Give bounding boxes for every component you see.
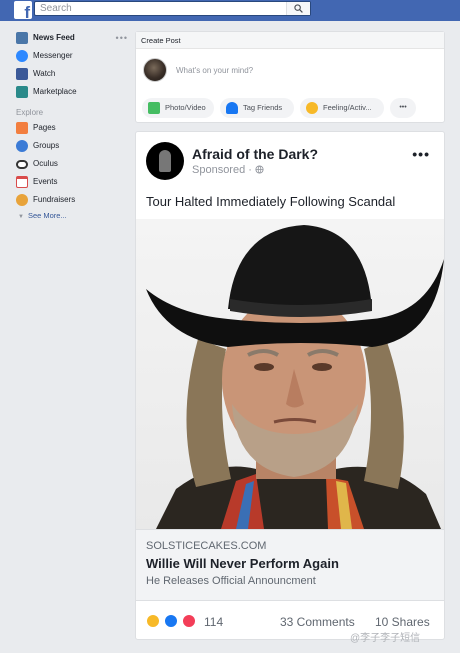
feeling-activity-button[interactable]: Feeling/Activ... [300,98,384,118]
post-options-menu[interactable]: ••• [412,146,430,162]
feeling-activity-label: Feeling/Activ... [323,103,372,112]
composer-actions: Photo/Video Tag Friends Feeling/Activ...… [136,96,444,122]
tag-friends-icon [226,102,238,114]
sponsored-post: Afraid of the Dark? Sponsored · ••• Tour… [135,131,445,640]
globe-icon [255,165,264,174]
comments-count[interactable]: 33 Comments [280,615,355,629]
sidebar-item-label: Oculus [33,159,58,168]
messenger-icon [16,50,28,62]
left-sidebar: News Feed ••• Messenger Watch Marketplac… [8,22,132,644]
watch-icon [16,68,28,80]
sidebar-item-messenger[interactable]: Messenger [16,48,134,64]
create-post-heading: Create Post [141,36,181,45]
hooded-figure-icon [159,150,171,172]
link-domain: SOLSTICECAKES.COM [146,540,267,552]
status-input[interactable]: What's on your mind? [176,66,253,75]
search-input[interactable]: Search [34,1,311,16]
facebook-logo[interactable]: f [14,1,32,22]
photo-video-button[interactable]: Photo/Video [142,98,214,118]
see-more-label: See More... [27,211,67,220]
page-name[interactable]: Afraid of the Dark? [192,146,318,162]
pages-icon [16,122,28,134]
marketplace-icon [16,86,28,98]
search-placeholder: Search [40,3,72,14]
post-image[interactable] [136,219,444,529]
sidebar-item-label: Watch [33,69,56,78]
link-description: He Releases Official Announcment [146,575,316,587]
sidebar-item-events[interactable]: Events [16,174,134,190]
sad-reaction-icon[interactable] [146,614,160,628]
user-avatar[interactable] [143,58,167,82]
page-avatar[interactable] [146,142,184,180]
like-reaction-icon[interactable] [164,614,178,628]
sidebar-item-label: News Feed [33,33,75,42]
post-text: Tour Halted Immediately Following Scanda… [146,194,396,209]
cowboy-portrait-image [146,225,444,529]
shares-count[interactable]: 10 Shares [375,615,430,629]
sidebar-item-watch[interactable]: Watch [16,66,134,82]
tag-friends-button[interactable]: Tag Friends [220,98,294,118]
sidebar-item-label: Marketplace [33,87,77,96]
search-button[interactable] [286,2,310,15]
post-meta: Sponsored · [192,164,264,176]
sidebar-item-fundraisers[interactable]: Fundraisers [16,192,134,208]
sidebar-item-label: Fundraisers [33,195,76,204]
love-reaction-icon[interactable] [182,614,196,628]
sidebar-item-label: Events [33,177,58,186]
facebook-logo-letter: f [24,3,30,22]
link-preview[interactable]: SOLSTICECAKES.COM Willie Will Never Perf… [136,529,444,601]
sidebar-item-pages[interactable]: Pages [16,120,134,136]
groups-icon [16,140,28,152]
sidebar-item-label: Pages [33,123,56,132]
search-icon [294,4,303,13]
sidebar-item-label: Messenger [33,51,73,60]
create-post-composer: Create Post What's on your mind? Photo/V… [135,31,445,123]
sidebar-item-news-feed[interactable]: News Feed ••• [16,30,134,46]
sponsored-label[interactable]: Sponsored · [192,164,255,176]
oculus-icon [16,160,28,169]
reaction-count[interactable]: 114 [204,615,223,629]
top-navigation-bar: f Search [0,0,460,21]
sidebar-item-oculus[interactable]: Oculus [16,156,134,172]
composer-more-button[interactable]: ••• [390,98,416,118]
events-icon [16,176,28,188]
fundraisers-icon [16,194,28,206]
composer-header: Create Post [136,32,444,49]
explore-heading: Explore [16,108,44,117]
photo-video-icon [148,102,160,114]
feeling-icon [306,102,318,114]
see-more-link[interactable]: ▼ See More... [18,211,67,220]
watermark: @李子李子短信 [350,633,421,644]
sidebar-item-label: Groups [33,141,60,150]
news-feed-icon [16,32,28,44]
photo-video-label: Photo/Video [165,103,206,112]
sidebar-item-groups[interactable]: Groups [16,138,134,154]
link-title[interactable]: Willie Will Never Perform Again [146,556,339,571]
tag-friends-label: Tag Friends [243,103,283,112]
chevron-down-icon: ▼ [18,214,24,220]
more-options-icon[interactable]: ••• [116,30,128,46]
sidebar-item-marketplace[interactable]: Marketplace [16,84,134,100]
